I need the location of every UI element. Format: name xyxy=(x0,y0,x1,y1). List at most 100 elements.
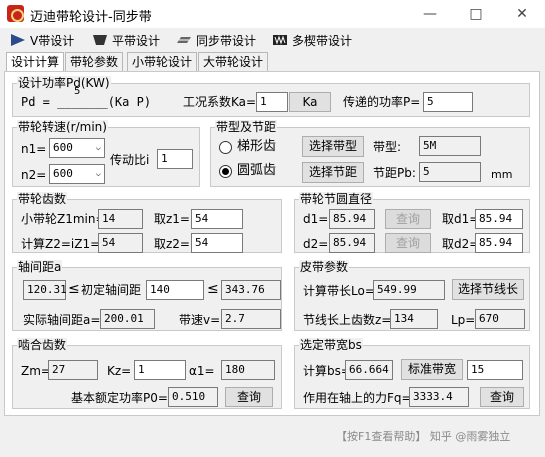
toolbar-label: V带设计 xyxy=(30,33,75,48)
flat-belt-icon xyxy=(93,35,107,45)
v-belt-design-button[interactable]: V带设计 xyxy=(10,31,74,49)
select-pitch-length-button[interactable]: 选择节线长 xyxy=(452,279,524,300)
n1-select[interactable]: 600 ⌵ xyxy=(49,138,105,158)
ratio-input[interactable]: 1 xyxy=(157,149,193,169)
z1-input[interactable]: 54 xyxy=(191,209,243,229)
query-d2-button[interactable]: 查询 xyxy=(385,233,431,253)
calc-bs-label: 计算bs= xyxy=(303,364,351,378)
pitch-input[interactable]: 5 xyxy=(419,162,481,182)
kz-input[interactable]: 1 xyxy=(134,360,186,380)
teeth-group: 带轮齿数 小带轮Z1min= 14 取z1= 54 计算Z2=iZ1= 54 取… xyxy=(12,192,282,253)
take-d1-input[interactable]: 85.94 xyxy=(475,209,523,229)
query-force-button[interactable]: 查询 xyxy=(480,387,524,407)
z2calc-label: 计算Z2=iZ1= xyxy=(21,237,101,251)
tab-pulley-params[interactable]: 带轮参数 xyxy=(65,52,124,71)
belt-params-group: 皮带参数 计算带长Lo= 549.99 选择节线长 节线长上齿数z= 134 L… xyxy=(294,260,530,331)
pitch-diameter-group: 带轮节圆直径 d1= 85.94 查询 取d1= 85.94 d2= 85.94… xyxy=(294,192,530,253)
shaft-force-input[interactable]: 3333.4 xyxy=(409,387,469,407)
trapezoid-tooth-radio[interactable] xyxy=(219,141,232,154)
group-title: 带轮转速(r/min) xyxy=(17,120,108,134)
z2-input[interactable]: 54 xyxy=(191,233,243,253)
z1min-input[interactable]: 14 xyxy=(98,209,143,229)
center-min-input[interactable]: 120.31 xyxy=(23,280,67,300)
arc-tooth-radio[interactable] xyxy=(219,165,232,178)
arc-label: 圆弧齿 xyxy=(237,163,277,178)
sync-belt-icon xyxy=(177,37,191,43)
tab-strip: 设计计算 带轮参数 小带轮设计 大带轮设计 xyxy=(0,52,545,72)
design-power-group: 设计功率Pd(KW) Pd = _______(Ka P) 5 工况系数Ka= … xyxy=(12,76,530,117)
center-distance-group: 轴间距a 120.31 ≤ 初定轴间距 140 ≤ 343.76 实际轴间距a=… xyxy=(12,260,282,331)
group-title: 设计功率Pd(KW) xyxy=(17,76,111,90)
belt-type-input[interactable]: 5M xyxy=(419,136,481,156)
title-bar: 迈迪带轮设计-同步带 — □ ✕ xyxy=(0,0,545,28)
calc-bs-input[interactable]: 66.664 xyxy=(345,360,393,380)
lp-input[interactable]: 670 xyxy=(475,309,525,329)
power-formula: Pd = _______(Ka P) xyxy=(21,95,152,109)
calc-length-input[interactable]: 549.99 xyxy=(373,280,445,300)
chevron-down-icon: ⌵ xyxy=(95,169,101,179)
standard-width-button[interactable]: 标准带宽 xyxy=(401,359,463,380)
z1min-label: 小带轮Z1min= xyxy=(21,212,106,226)
pitch-unit: mm xyxy=(491,168,513,181)
zm-label: Zm= xyxy=(21,364,51,378)
n2-select[interactable]: 600 ⌵ xyxy=(49,164,105,184)
toolbar-label: 多楔带设计 xyxy=(292,33,353,48)
zm-input[interactable]: 27 xyxy=(48,360,98,380)
d2-label: d2= xyxy=(303,237,329,251)
minimize-button[interactable]: — xyxy=(407,0,453,28)
d1-input[interactable]: 85.94 xyxy=(329,209,375,229)
take-d2-input[interactable]: 85.94 xyxy=(475,233,523,253)
select-pitch-button[interactable]: 选择节距 xyxy=(302,162,364,183)
group-title: 选定带宽bs xyxy=(299,338,363,352)
shaft-force-label: 作用在轴上的力Fq= xyxy=(303,391,412,405)
mesh-teeth-group: 啮合齿数 Zm= 27 Kz= 1 α1= 180 基本额定功率P0= 0.51… xyxy=(12,338,282,409)
select-belt-type-button[interactable]: 选择带型 xyxy=(302,136,364,157)
app-logo-icon xyxy=(7,5,24,22)
take-d1-label: 取d1= xyxy=(442,212,480,226)
ratio-label: 传动比i xyxy=(110,153,150,167)
maximize-button[interactable]: □ xyxy=(453,0,499,28)
tab-large-pulley[interactable]: 大带轮设计 xyxy=(198,52,269,71)
standard-width-input[interactable]: 15 xyxy=(467,360,523,380)
group-title: 带型及节距 xyxy=(215,120,278,134)
belt-width-group: 选定带宽bs 计算bs= 66.664 标准带宽 15 作用在轴上的力Fq= 3… xyxy=(294,338,530,409)
alpha-input[interactable]: 180 xyxy=(221,360,275,380)
speed-group: 带轮转速(r/min) n1= 600 ⌵ n2= 600 ⌵ 传动比i 1 xyxy=(12,120,200,187)
p-input[interactable]: 5 xyxy=(423,92,473,112)
p0-input[interactable]: 0.510 xyxy=(168,387,218,407)
toolbar-label: 平带设计 xyxy=(112,33,161,48)
group-title: 轴间距a xyxy=(17,260,63,274)
tab-small-pulley[interactable]: 小带轮设计 xyxy=(127,52,198,71)
trapezoid-label: 梯形齿 xyxy=(237,139,277,154)
lp-label: Lp= xyxy=(451,313,476,327)
teeth-count-input[interactable]: 134 xyxy=(390,309,438,329)
query-p0-button[interactable]: 查询 xyxy=(225,387,273,407)
multi-v-belt-design-button[interactable]: 多楔带设计 xyxy=(272,31,352,49)
close-button[interactable]: ✕ xyxy=(499,0,545,28)
lte-symbol: ≤ xyxy=(68,281,80,297)
init-center-label: 初定轴间距 xyxy=(81,283,142,297)
center-max-input[interactable]: 343.76 xyxy=(221,280,281,300)
group-title: 皮带参数 xyxy=(299,260,350,274)
belt-type-label: 带型: xyxy=(373,140,402,154)
belt-type-group: 带型及节距 梯形齿 圆弧齿 选择带型 选择节距 带型: 5M 节距Pb: 5 m… xyxy=(210,120,530,187)
query-d1-button[interactable]: 查询 xyxy=(385,209,431,229)
power-formula-value: 5 xyxy=(74,86,81,97)
sync-belt-design-button[interactable]: 同步带设计 xyxy=(176,31,256,49)
tab-design-calc[interactable]: 设计计算 xyxy=(6,52,65,72)
alpha-label: α1= xyxy=(189,364,215,378)
p-label: 传递的功率P= xyxy=(343,95,421,109)
d2-input[interactable]: 85.94 xyxy=(329,233,375,253)
init-center-input[interactable]: 140 xyxy=(146,280,204,300)
flat-belt-design-button[interactable]: 平带设计 xyxy=(92,31,160,49)
multi-v-belt-icon xyxy=(273,35,287,45)
p0-label: 基本额定功率P0= xyxy=(71,391,168,405)
ka-input[interactable]: 1 xyxy=(256,92,288,112)
belt-speed-label: 带速v= xyxy=(179,313,221,327)
group-title: 带轮齿数 xyxy=(17,192,68,206)
toolbar-label: 同步带设计 xyxy=(196,33,257,48)
ka-button[interactable]: Ka xyxy=(289,92,331,112)
actual-center-input[interactable]: 200.01 xyxy=(100,309,155,329)
belt-speed-input[interactable]: 2.7 xyxy=(221,309,281,329)
z2calc-input[interactable]: 54 xyxy=(98,233,143,253)
